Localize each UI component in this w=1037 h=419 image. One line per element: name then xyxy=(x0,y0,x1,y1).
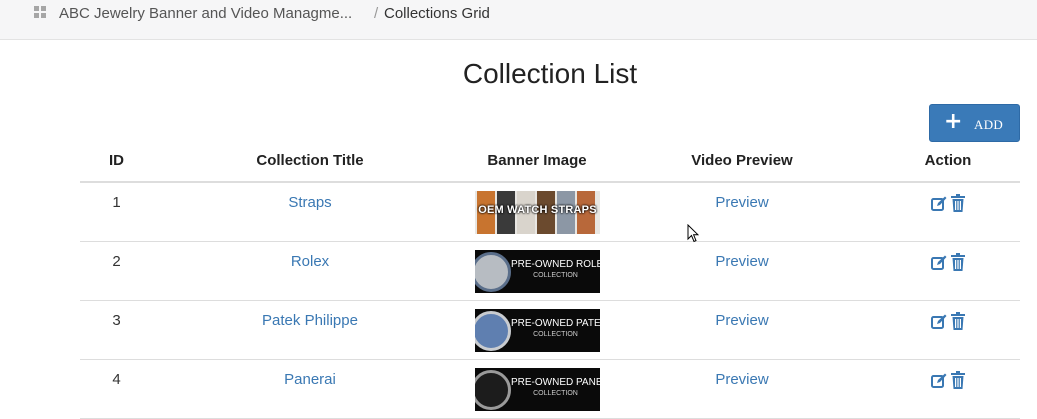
video-preview-link[interactable]: Preview xyxy=(642,194,842,211)
add-button[interactable]: + ADD xyxy=(929,104,1020,142)
video-preview-link[interactable]: Preview xyxy=(642,253,842,270)
video-preview-link[interactable]: Preview xyxy=(642,371,842,388)
banner-text: PRE-OWNED PANERAI xyxy=(511,377,600,388)
row-id: 4 xyxy=(112,371,121,388)
table-row: 1 Straps OEM WATCH STRAPS Preview xyxy=(80,183,1020,242)
header-id: ID xyxy=(109,152,124,169)
mouse-cursor-icon xyxy=(687,224,699,243)
collection-title-link[interactable]: Patek Philippe xyxy=(185,312,435,329)
banner-subtext: COLLECTION xyxy=(533,331,578,338)
row-id: 1 xyxy=(112,194,121,211)
collection-title-link[interactable]: Straps xyxy=(185,194,435,211)
banner-image: PRE-OWNED PATEK COLLECTION xyxy=(475,309,600,352)
breadcrumb-separator: / xyxy=(374,5,379,22)
trash-icon[interactable] xyxy=(951,371,965,389)
header-video-preview: Video Preview xyxy=(691,152,793,169)
trash-icon[interactable] xyxy=(951,194,965,212)
header-banner-image: Banner Image xyxy=(487,152,587,169)
breadcrumb-current: Collections Grid xyxy=(384,5,490,22)
video-preview-link[interactable]: Preview xyxy=(642,312,842,329)
collection-title-link[interactable]: Rolex xyxy=(185,253,435,270)
header-collection-title: Collection Title xyxy=(256,152,364,169)
row-id: 3 xyxy=(112,312,121,329)
edit-icon[interactable] xyxy=(931,255,947,271)
trash-icon[interactable] xyxy=(951,253,965,271)
top-bar: ABC Jewelry Banner and Video Managme... … xyxy=(0,0,1037,40)
page-title: Collection List xyxy=(462,58,638,89)
apps-grid-icon[interactable] xyxy=(34,6,46,18)
banner-image: OEM WATCH STRAPS xyxy=(475,191,600,234)
table-row: 4 Panerai PRE-OWNED PANERAI COLLECTION P… xyxy=(80,360,1020,419)
breadcrumb-app-name[interactable]: ABC Jewelry Banner and Video Managme... xyxy=(59,5,352,22)
collection-title-link[interactable]: Panerai xyxy=(185,371,435,388)
edit-icon[interactable] xyxy=(931,196,947,212)
edit-icon[interactable] xyxy=(931,314,947,330)
banner-text: PRE-OWNED PATEK xyxy=(511,318,600,329)
banner-subtext: COLLECTION xyxy=(533,272,578,279)
banner-subtext: COLLECTION xyxy=(533,390,578,397)
add-button-label: ADD xyxy=(974,117,1004,132)
header-action: Action xyxy=(924,152,972,169)
table-row: 2 Rolex PRE-OWNED ROLEX COLLECTION Previ… xyxy=(80,242,1020,301)
edit-icon[interactable] xyxy=(931,373,947,389)
banner-image: PRE-OWNED PANERAI COLLECTION xyxy=(475,368,600,411)
table-row: 3 Patek Philippe PRE-OWNED PATEK COLLECT… xyxy=(80,301,1020,360)
banner-text: PRE-OWNED ROLEX xyxy=(511,259,600,270)
row-id: 2 xyxy=(112,253,121,270)
plus-icon: + xyxy=(944,109,963,134)
banner-image: PRE-OWNED ROLEX COLLECTION xyxy=(475,250,600,293)
banner-text: OEM WATCH STRAPS xyxy=(478,204,597,216)
trash-icon[interactable] xyxy=(951,312,965,330)
